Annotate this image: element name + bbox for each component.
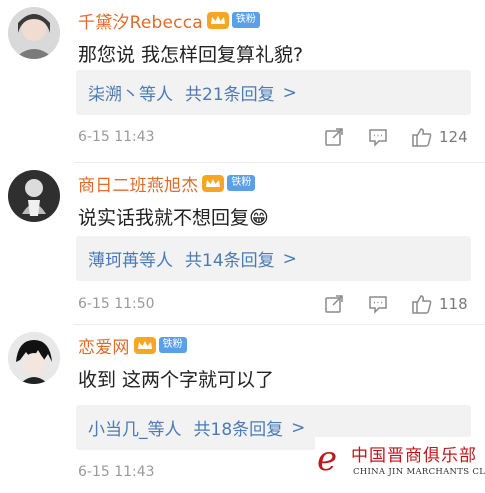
reply-count: 共21条回复 [185,85,275,105]
username[interactable]: 商日二班燕旭杰 [78,171,198,196]
watermark-en-text: CHINA JIN MARCHANTS CLUB [353,467,485,477]
timestamp: 6-15 11:50 [78,296,155,312]
comment-item: 商日二班燕旭杰 铁粉 说实话我就不想回复😁 薄珂苒等人 共14条回复 > 6-1… [0,163,485,325]
watermark-cn-text: 中国晋商俱乐部 [351,446,477,466]
reply-users: 柒溯丶等人 [88,85,173,105]
avatar[interactable] [8,7,60,59]
chevron-right-icon: > [291,417,306,438]
reply-users: 小当几_等人 [88,420,182,440]
share-icon[interactable] [323,126,345,148]
fan-badge: 铁粉 [231,12,260,28]
chevron-right-icon: > [282,248,297,269]
replies-link[interactable]: 薄珂苒等人 共14条回复 > [76,236,471,281]
thumbs-up-icon[interactable] [411,126,433,148]
comment-icon[interactable] [367,126,389,148]
timestamp: 6-15 11:43 [78,129,155,145]
thumbs-up-icon[interactable] [411,293,433,315]
like-count: 124 [439,128,468,146]
vip-crown-icon [202,174,225,192]
avatar[interactable] [8,170,60,222]
reply-count: 共14条回复 [185,251,275,271]
fan-badge: 铁粉 [158,337,187,353]
like-count: 118 [439,295,468,313]
logo-letter: e [317,439,338,479]
comment-icon[interactable] [367,293,389,315]
reply-users: 薄珂苒等人 [88,251,173,271]
replies-link[interactable]: 柒溯丶等人 共21条回复 > [76,70,471,115]
username[interactable]: 恋爱网 [78,333,130,358]
share-icon[interactable] [323,293,345,315]
watermark-logo: e 中国晋商俱乐部 CHINA JIN MARCHANTS CLUB [315,437,485,489]
reply-count: 共18条回复 [193,420,284,440]
chevron-right-icon: > [282,82,297,103]
fan-badge: 铁粉 [227,175,256,191]
timestamp: 6-15 11:43 [78,464,155,480]
avatar[interactable] [8,332,60,384]
comment-text: 说实话我就不想回复😁 [78,207,269,229]
vip-crown-icon [206,11,229,29]
comment-item: 千黛汐Rebecca 铁粉 那您说 我怎样回复算礼貌? 柒溯丶等人 共21条回复… [0,0,485,163]
comment-text: 那您说 我怎样回复算礼貌? [78,44,304,66]
comment-text: 收到 这两个字就可以了 [78,369,275,391]
vip-crown-icon [133,336,156,354]
username[interactable]: 千黛汐Rebecca [78,8,203,33]
